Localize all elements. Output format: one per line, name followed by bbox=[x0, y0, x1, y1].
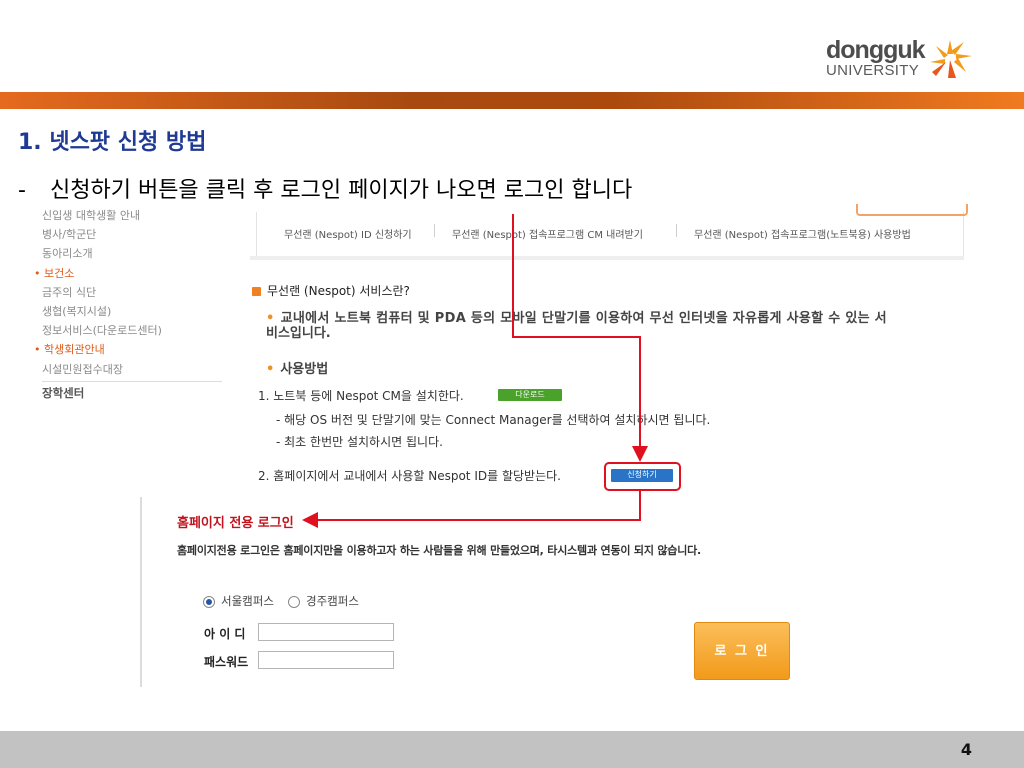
menu-item-clubs[interactable]: 동아리소개 bbox=[42, 244, 222, 263]
logo-text-bottom: UNIVERSITY bbox=[826, 62, 920, 79]
menu-item-facility-complaints[interactable]: 시설민원접수대장 bbox=[42, 360, 222, 379]
password-input[interactable] bbox=[258, 651, 394, 669]
apply-button-highlight bbox=[604, 462, 681, 491]
tab-download-cm[interactable]: 무선랜 (Nespot) 접속프로그램 CM 내려받기 bbox=[452, 226, 643, 241]
step1-text: 1. 노트북 등에 Nespot CM을 설치한다. bbox=[258, 389, 464, 403]
brand-color-bar bbox=[0, 92, 1024, 109]
footer-bar bbox=[0, 731, 1024, 768]
menu-item-freshman-guide[interactable]: 신입생 대학생활 안내 bbox=[42, 206, 222, 225]
bullet-dash: - bbox=[18, 178, 26, 203]
menu-item-military[interactable]: 병사/학군단 bbox=[42, 225, 222, 244]
university-logo-text: dongguk UNIVERSITY bbox=[826, 38, 926, 79]
menu-item-health-center[interactable]: 보건소 bbox=[42, 264, 222, 283]
intro-text: 교내에서 노트북 컴퓨터 및 PDA 등의 모바일 단말기를 이용하여 무선 인… bbox=[280, 311, 887, 326]
usage-heading: • 사용방법 bbox=[266, 358, 328, 377]
tab-separator bbox=[434, 224, 435, 237]
campus-label-seoul: 서울캠퍼스 bbox=[221, 594, 274, 608]
campus-label-gyeongju: 경주캠퍼스 bbox=[306, 594, 359, 608]
password-label: 패스워드 bbox=[204, 655, 249, 669]
login-button[interactable]: 로 그 인 bbox=[694, 622, 790, 680]
campus-radio-seoul[interactable] bbox=[203, 596, 215, 608]
step1-note2: - 최초 한번만 설치하시면 됩니다. bbox=[276, 435, 443, 449]
tab-separator bbox=[676, 224, 677, 237]
page-number: 4 bbox=[960, 740, 972, 759]
section-heading: 무선랜 (Nespot) 서비스란? bbox=[252, 282, 410, 299]
tab-apply-id[interactable]: 무선랜 (Nespot) ID 신청하기 bbox=[284, 226, 412, 241]
tooltip-outline bbox=[856, 204, 968, 216]
bullet-text: 신청하기 버튼을 클릭 후 로그인 페이지가 나오면 로그인 합니다 bbox=[50, 178, 633, 203]
download-button[interactable]: 다운로드 bbox=[498, 389, 562, 401]
menu-item-info-service[interactable]: 정보서비스(다운로드센터) bbox=[42, 321, 222, 340]
id-label: 아 이 디 bbox=[204, 627, 246, 641]
sunburst-logo-icon bbox=[930, 40, 972, 78]
tab-usage-guide[interactable]: 무선랜 (Nespot) 접속프로그램(노트북용) 사용방법 bbox=[694, 226, 911, 241]
bullet-dot-icon: • bbox=[266, 362, 275, 377]
tab-frame-shadow bbox=[250, 256, 964, 260]
intro-text-line2: 비스입니다. bbox=[266, 326, 331, 341]
step1-note1: - 해당 OS 버전 및 단말기에 맞는 Connect Manager를 선택… bbox=[276, 413, 711, 427]
usage-heading-text: 사용방법 bbox=[280, 362, 329, 377]
login-title: 홈페이지 전용 로그인 bbox=[177, 516, 294, 531]
menu-section-scholarship[interactable]: 장학센터 bbox=[42, 382, 222, 404]
slide-bullet: - 신청하기 버튼을 클릭 후 로그인 페이지가 나오면 로그인 합니다 bbox=[18, 172, 632, 204]
left-submenu: 신입생 대학생활 안내 병사/학군단 동아리소개 보건소 금주의 식단 생협(복… bbox=[42, 206, 222, 404]
id-input[interactable] bbox=[258, 623, 394, 641]
slide-title: 1. 넷스팟 신청 방법 bbox=[18, 130, 207, 155]
menu-item-student-hall[interactable]: 학생회관안내 bbox=[42, 340, 222, 359]
menu-item-coop[interactable]: 생협(복지시설) bbox=[42, 302, 222, 321]
login-description: 홈페이지전용 로그인은 홈페이지만을 이용하고자 하는 사람들을 위해 만들었으… bbox=[177, 544, 702, 557]
step2-text: 2. 홈페이지에서 교내에서 사용할 Nespot ID를 할당받는다. bbox=[258, 469, 561, 483]
menu-item-weekly-menu[interactable]: 금주의 식단 bbox=[42, 283, 222, 302]
intro-text-line1: • 교내에서 노트북 컴퓨터 및 PDA 등의 모바일 단말기를 이용하여 무선 … bbox=[266, 307, 887, 326]
campus-radio-gyeongju[interactable] bbox=[288, 596, 300, 608]
logo-text-top: dongguk bbox=[826, 36, 926, 64]
section-square-icon bbox=[252, 287, 261, 296]
section-heading-text: 무선랜 (Nespot) 서비스란? bbox=[267, 284, 410, 298]
